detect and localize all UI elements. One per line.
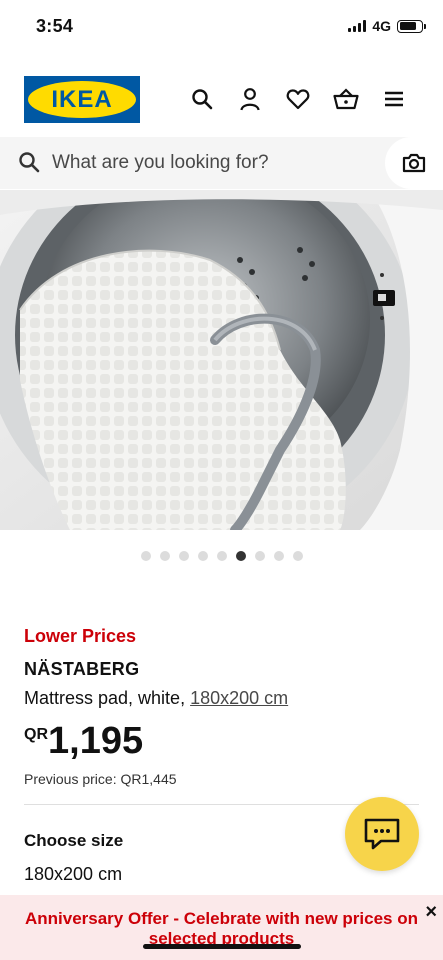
price-amount: 1,195 <box>48 720 144 762</box>
chat-button[interactable] <box>345 797 419 871</box>
chat-icon <box>364 818 400 850</box>
size-selector[interactable]: 180x200 cm <box>24 864 122 885</box>
banner-text[interactable]: Anniversary Offer - Celebrate with new p… <box>0 909 443 949</box>
home-indicator <box>143 944 301 949</box>
battery-icon <box>397 19 426 33</box>
status-bar: 3:54 4G <box>0 0 443 54</box>
status-indicators: 4G <box>348 18 426 34</box>
gallery-dot[interactable] <box>235 551 246 561</box>
account-icon[interactable] <box>237 86 263 112</box>
product-image[interactable] <box>0 190 443 530</box>
gallery-dot[interactable] <box>140 551 151 561</box>
previous-price: Previous price: QR1,445 <box>24 771 177 787</box>
price-currency: QR <box>24 726 48 743</box>
gallery-dot[interactable] <box>273 551 284 561</box>
ikea-logo[interactable]: IKEA <box>24 76 140 123</box>
gallery-dot[interactable] <box>197 551 208 561</box>
gallery-dot[interactable] <box>292 551 303 561</box>
product-description: Mattress pad, white, 180x200 cm <box>24 688 288 709</box>
network-label: 4G <box>372 18 391 34</box>
gallery-dot[interactable] <box>159 551 170 561</box>
camera-icon <box>402 153 426 173</box>
gallery-pagination <box>0 551 443 561</box>
banner-line1: Anniversary Offer - Celebrate with new p… <box>24 909 418 928</box>
price: QR 1,195 <box>24 720 143 762</box>
search-bar[interactable]: What are you looking for? <box>0 137 443 189</box>
lower-prices-tag: Lower Prices <box>24 626 137 646</box>
logo-text: IKEA <box>51 85 113 113</box>
search-icon <box>18 151 40 178</box>
product-name: NÄSTABERG <box>24 659 140 679</box>
camera-search-button[interactable] <box>385 137 443 189</box>
status-time: 3:54 <box>36 16 74 36</box>
gallery-dot[interactable] <box>216 551 227 561</box>
size-link[interactable]: 180x200 cm <box>190 688 288 708</box>
menu-icon[interactable] <box>381 86 407 112</box>
gallery-dot[interactable] <box>254 551 265 561</box>
description-text: Mattress pad, white, <box>24 688 191 708</box>
search-icon[interactable] <box>189 86 215 112</box>
gallery-dot[interactable] <box>178 551 189 561</box>
header: IKEA <box>0 74 443 124</box>
close-icon[interactable]: × <box>425 901 437 924</box>
choose-size-label: Choose size <box>24 831 124 850</box>
basket-icon[interactable] <box>333 86 359 112</box>
search-input[interactable]: What are you looking for? <box>52 152 269 174</box>
heart-icon[interactable] <box>285 86 311 112</box>
promo-banner[interactable]: Anniversary Offer - Celebrate with new p… <box>0 895 443 960</box>
signal-icon <box>348 20 367 32</box>
header-icons <box>189 86 407 112</box>
